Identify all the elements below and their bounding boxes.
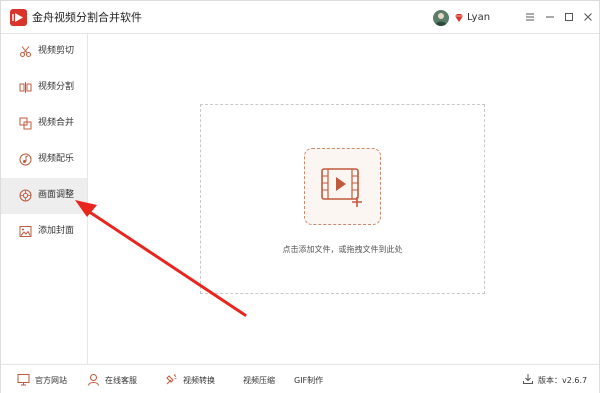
sidebar-item-video-music[interactable]: 视频配乐 bbox=[1, 142, 87, 178]
main-content: 点击添加文件，或拖拽文件到此处 bbox=[89, 34, 599, 364]
sidebar-item-label: 视频剪切 bbox=[38, 46, 75, 56]
bottom-link-label: 在线客服 bbox=[105, 376, 137, 385]
bottom-link-label: GIF制作 bbox=[294, 376, 324, 385]
convert-icon bbox=[166, 374, 177, 385]
video-convert-link[interactable]: 视频转换 bbox=[165, 373, 225, 387]
video-compress-link[interactable]: 视频压缩 bbox=[243, 373, 277, 387]
sidebar-item-add-cover[interactable]: 添加封面 bbox=[1, 214, 87, 250]
scissors-icon bbox=[20, 46, 31, 57]
file-drop-zone[interactable]: 点击添加文件，或拖拽文件到此处 bbox=[200, 104, 485, 294]
bottom-link-label: 视频转换 bbox=[183, 376, 215, 385]
vip-diamond-icon bbox=[455, 14, 463, 22]
close-icon[interactable] bbox=[582, 11, 594, 23]
image-icon bbox=[19, 226, 32, 237]
version-label: 版本：v2.6.7 bbox=[538, 376, 588, 385]
menu-icon[interactable] bbox=[524, 11, 536, 23]
username[interactable]: Lyan bbox=[467, 11, 490, 25]
sidebar-item-label: 视频合并 bbox=[38, 118, 75, 128]
minimize-icon[interactable] bbox=[544, 11, 556, 23]
sidebar-item-label: 视频配乐 bbox=[38, 154, 75, 164]
download-icon[interactable] bbox=[522, 373, 534, 385]
sidebar-item-label: 视频分割 bbox=[38, 82, 75, 92]
app-window: 金舟视频分割合并软件 Lyan 视频剪切 视频分割 视频合并 视频配乐 画面调整… bbox=[0, 0, 600, 393]
sidebar: 视频剪切 视频分割 视频合并 视频配乐 画面调整 添加封面 bbox=[1, 34, 88, 364]
sidebar-item-picture-adjust[interactable]: 画面调整 bbox=[1, 178, 87, 214]
app-logo-icon bbox=[10, 9, 27, 26]
monitor-icon bbox=[17, 374, 30, 386]
official-website-link[interactable]: 官方网站 bbox=[17, 373, 73, 387]
adjust-icon bbox=[19, 189, 32, 202]
headset-icon bbox=[88, 374, 99, 386]
drop-hint-text: 点击添加文件，或拖拽文件到此处 bbox=[282, 245, 403, 254]
app-title: 金舟视频分割合并软件 bbox=[32, 11, 142, 24]
merge-icon bbox=[19, 117, 32, 130]
sidebar-item-video-merge[interactable]: 视频合并 bbox=[1, 106, 87, 142]
bottom-link-label: 视频压缩 bbox=[243, 376, 275, 385]
maximize-icon[interactable] bbox=[563, 11, 575, 23]
gif-maker-link[interactable]: GIF制作 bbox=[294, 373, 326, 387]
sidebar-item-video-split[interactable]: 视频分割 bbox=[1, 70, 87, 106]
split-icon bbox=[19, 82, 32, 93]
music-icon bbox=[19, 153, 32, 166]
title-bar: 金舟视频分割合并软件 Lyan bbox=[1, 1, 599, 34]
sidebar-item-video-cut[interactable]: 视频剪切 bbox=[1, 34, 87, 70]
add-video-icon bbox=[321, 168, 362, 207]
sidebar-item-label: 画面调整 bbox=[38, 190, 75, 200]
user-avatar[interactable] bbox=[433, 10, 449, 26]
online-support-link[interactable]: 在线客服 bbox=[87, 373, 147, 387]
bottom-link-label: 官方网站 bbox=[35, 376, 67, 385]
sidebar-item-label: 添加封面 bbox=[38, 226, 75, 236]
add-file-button[interactable] bbox=[304, 148, 381, 225]
bottom-bar: 官方网站 在线客服 视频转换 视频压缩 GIF制作 版本：v2.6.7 bbox=[1, 364, 599, 393]
